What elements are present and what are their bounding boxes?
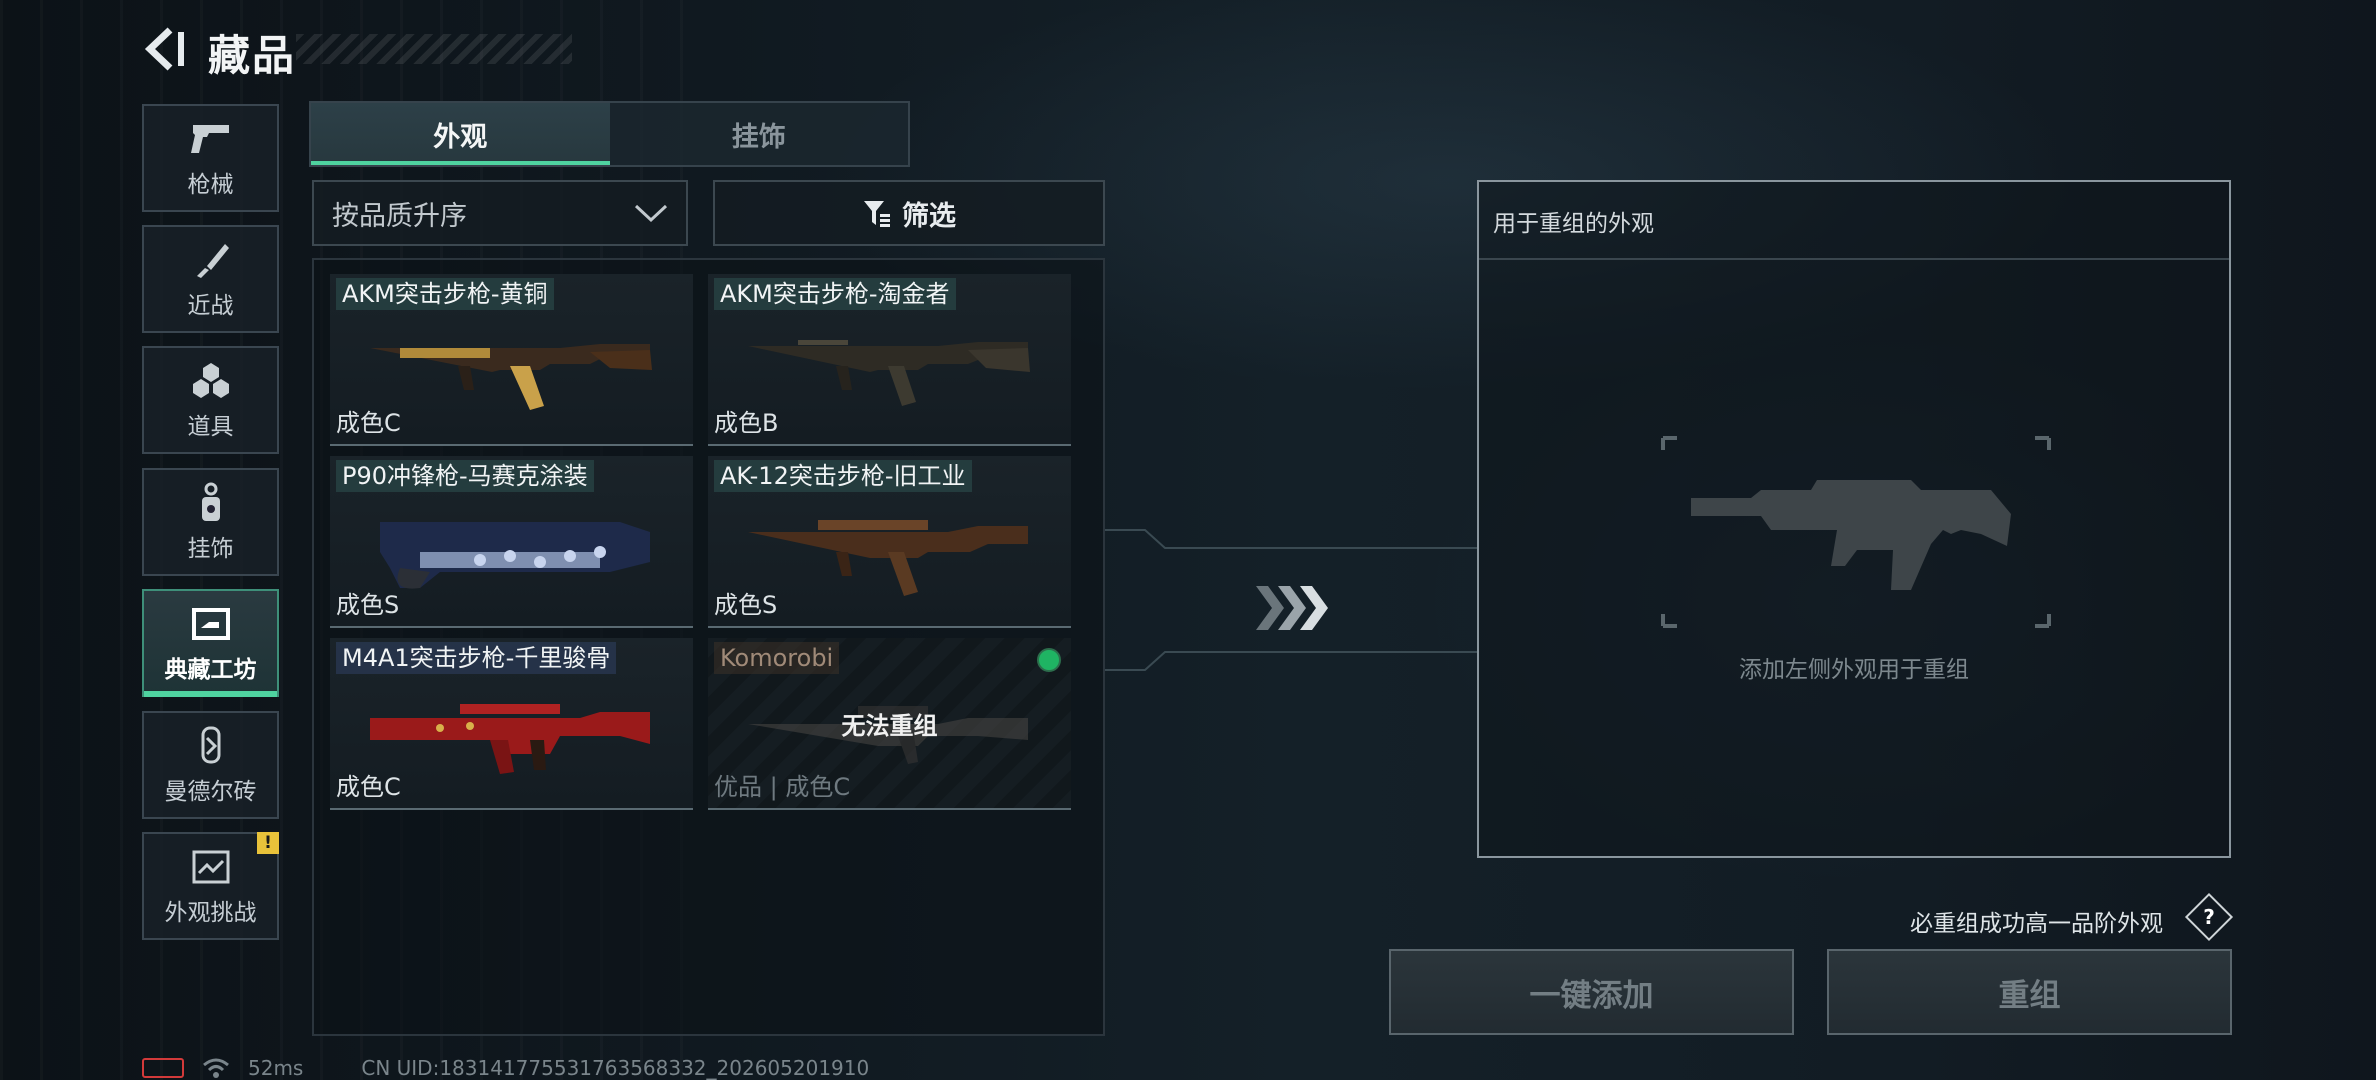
skin-card-akm-brass[interactable]: AKM突击步枪-黄铜 成色C [330,274,693,446]
skin-name: M4A1突击步枪-千里骏骨 [336,642,617,674]
tab-appearance[interactable]: 外观 [311,103,610,165]
alert-badge: ! [257,832,279,854]
skin-grade: 成色C [336,773,401,801]
sidebar-item-items[interactable]: 道具 [142,346,279,454]
skin-card-akm-gold-digger[interactable]: AKM突击步枪-淘金者 成色B [708,274,1071,446]
sort-dropdown[interactable]: 按品质升序 [312,180,688,246]
skin-name: AKM突击步枪-淘金者 [714,278,956,310]
skin-grade: 成色S [336,591,400,619]
page-title: 藏品 [208,31,297,80]
wifi-icon [203,1058,229,1078]
chevron-down-icon [634,204,668,223]
status-bar: 52ms CN UID:18314177553176356833​2_20260… [142,1056,869,1080]
sidebar-item-workshop[interactable]: 典藏工坊 [142,589,279,697]
add-all-button[interactable]: 一键添加 [1389,949,1794,1035]
cannot-recombine-label: 无法重组 [841,712,938,740]
skin-card-p90-mosaic[interactable]: P90冲锋枪-马赛克涂装 成色S [330,456,693,628]
p90-smg-image [380,522,650,589]
workshop-icon [189,602,233,646]
skin-card-m4a1-steed[interactable]: M4A1突击步枪-千里骏骨 成色C [330,638,693,810]
skin-grade: 优品 | 成色C [714,773,851,801]
filter-label: 筛选 [902,200,956,232]
recombine-panel[interactable]: 用于重组的外观 添加左侧外观用于重组 [1477,180,2231,858]
filter-icon [864,201,890,227]
recombine-hint: 添加左侧外观用于重组 [1739,657,1969,683]
sidebar-item-label: 挂饰 [187,536,234,562]
charm-icon [189,481,233,525]
rifle-placeholder-icon [1661,436,2051,628]
sidebar-item-label: 曼德尔砖 [164,779,257,805]
sidebar-item-label: 典藏工坊 [164,657,257,683]
sidebar-item-label: 道具 [187,414,234,440]
recombine-title: 用于重组的外观 [1479,182,2229,260]
uid-text: CN UID:18314177553176356833​2_2026052019… [361,1056,870,1080]
chevrons-right-icon [1256,586,1328,630]
sidebar-item-label: 近战 [187,293,234,319]
tab-charms[interactable]: 挂饰 [610,103,909,165]
filter-button[interactable]: 筛选 [713,180,1105,246]
skin-card-komorobi[interactable]: Komorobi 无法重组 优品 | 成色C [708,638,1071,810]
mandel-brick-icon [189,724,233,768]
sidebar-item-mandel-brick[interactable]: 曼德尔砖 [142,711,279,819]
ping-text: 52ms [248,1056,304,1080]
tab-bar: 外观 挂饰 [309,101,910,167]
status-dot [1037,648,1061,672]
ak12-rifle-image [748,520,1028,596]
battery-icon [142,1058,184,1078]
pistol-icon [189,117,233,161]
m4a1-rifle-image [370,704,650,774]
challenge-icon [189,845,233,889]
skin-name: P90冲锋枪-马赛克涂装 [336,460,594,492]
sidebar-item-label: 外观挑战 [164,900,257,926]
knife-icon [189,238,233,282]
help-icon[interactable]: ? [2184,892,2234,942]
sidebar-item-challenge[interactable]: 外观挑战 ! [142,832,279,940]
skin-grade: 成色S [714,591,778,619]
recombine-button[interactable]: 重组 [1827,949,2232,1035]
skin-name: Komorobi [714,642,840,674]
sidebar-item-label: 枪械 [187,172,234,198]
akm-rifle-image [748,340,1030,406]
active-indicator [144,691,277,697]
sidebar-item-guns[interactable]: 枪械 [142,104,279,212]
skin-grade: 成色B [714,409,779,437]
sidebar-item-melee[interactable]: 近战 [142,225,279,333]
skin-grade: 成色C [336,409,401,437]
sort-label: 按品质升序 [332,200,467,232]
skin-list: AKM突击步枪-黄铜 成色C AKM突击步枪-淘金者 成色B P90冲锋枪-马赛… [312,258,1105,1036]
sidebar-item-charms[interactable]: 挂饰 [142,468,279,576]
skin-name: AKM突击步枪-黄铜 [336,278,554,310]
title-decoration [296,34,572,64]
upgrade-note: 必重组成功高一品阶外观 [1910,911,2163,937]
back-arrow-icon[interactable] [140,24,190,74]
grenades-icon [189,359,233,403]
skin-card-ak12-old-industry[interactable]: AK-12突击步枪-旧工业 成色S [708,456,1071,628]
akm-rifle-image [370,344,652,410]
skin-name: AK-12突击步枪-旧工业 [714,460,972,492]
